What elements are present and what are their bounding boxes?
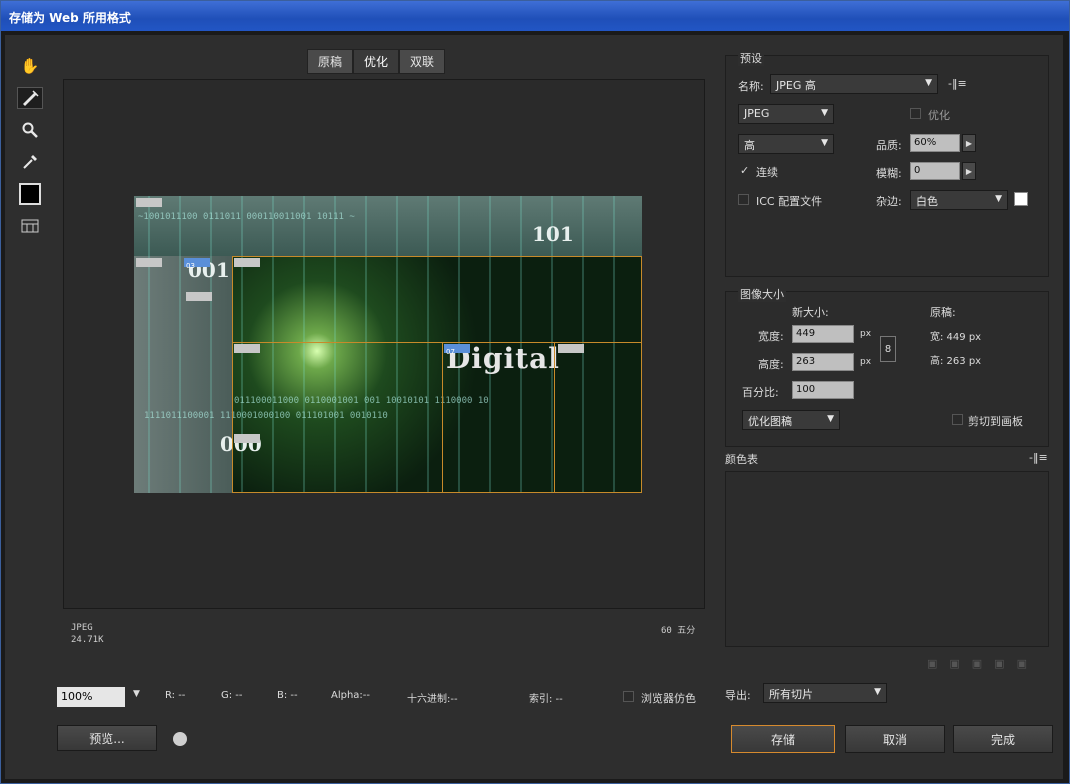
- export-dropdown[interactable]: 所有切片 ▼: [763, 683, 887, 703]
- save-button[interactable]: 存储: [731, 725, 835, 753]
- red-readout: R: --: [165, 690, 186, 701]
- tab-optimized[interactable]: 优化: [353, 49, 400, 74]
- hex-readout: 十六进制:--: [407, 694, 458, 705]
- format-dropdown[interactable]: JPEG ▼: [738, 104, 834, 124]
- preview-number-101: 101: [532, 222, 574, 246]
- zoom-icon[interactable]: [17, 119, 43, 141]
- preset-panel: 预设 名称: JPEG 高 ▼ -‖≡ JPEG ▼ 优化 高 ▼ 品质: 60% ▶…: [725, 50, 1049, 277]
- color-table-title: 颜色表: [725, 453, 758, 466]
- zoom-dropdown-icon[interactable]: ▼: [133, 689, 140, 699]
- matte-label: 杂边:: [876, 195, 902, 208]
- quality-field[interactable]: 60%: [910, 134, 960, 152]
- browser-icon[interactable]: [173, 732, 187, 746]
- file-size-status: 24.71K: [71, 635, 104, 645]
- eyedropper-icon[interactable]: [17, 151, 43, 173]
- icc-label: ICC 配置文件: [756, 195, 823, 208]
- done-button[interactable]: 完成: [953, 725, 1053, 753]
- export-label: 导出:: [725, 689, 751, 702]
- index-readout: 索引: --: [529, 694, 563, 705]
- blur-field[interactable]: 0: [910, 162, 960, 180]
- percent-label: 百分比:: [742, 386, 779, 399]
- icc-checkbox[interactable]: [738, 194, 749, 205]
- alpha-readout: Alpha:--: [331, 690, 371, 701]
- preset-name-dropdown[interactable]: JPEG 高 ▼: [770, 74, 938, 94]
- slice-badge[interactable]: [234, 434, 260, 443]
- dialog-body: ✋ 原稿 优化 双联 ~1001011100 0111011 000110011…: [5, 35, 1063, 779]
- tab-original[interactable]: 原稿: [307, 49, 354, 74]
- progressive-checkmark-icon[interactable]: ✓: [740, 164, 749, 177]
- matte-color-swatch[interactable]: [1014, 192, 1028, 206]
- clip-to-artboard-label: 剪切到画板: [968, 415, 1023, 428]
- optimized-checkbox[interactable]: [910, 108, 921, 119]
- resample-quality-dropdown[interactable]: 优化图稿 ▼: [742, 410, 840, 430]
- width-unit: px: [860, 329, 872, 339]
- slice-select-icon[interactable]: [17, 87, 43, 109]
- green-readout: G: --: [221, 690, 243, 701]
- image-preview[interactable]: ~1001011100 0111011 000110011001 10111 ~…: [134, 196, 642, 493]
- preset-name-label: 名称:: [738, 80, 764, 93]
- view-tabs: 原稿 优化 双联: [307, 49, 446, 74]
- info-bar: 100% ▼ R: -- G: -- B: -- Alpha:-- 十六进制:-…: [57, 687, 717, 709]
- width-label: 宽度:: [758, 330, 784, 343]
- tab-2-up[interactable]: 双联: [399, 49, 446, 74]
- slice-badge-selected[interactable]: 03: [184, 258, 210, 270]
- slice-divider: [554, 342, 555, 493]
- hand-icon[interactable]: ✋: [17, 55, 43, 77]
- format-status: JPEG: [71, 623, 93, 633]
- image-size-panel: 图像大小 新大小: 原稿: 宽度: 449 px 宽: 449 px 8 高度:…: [725, 286, 1049, 447]
- optimized-label: 优化: [928, 109, 950, 122]
- blur-label: 模糊:: [876, 167, 902, 180]
- blur-slider-arrow[interactable]: ▶: [962, 162, 976, 180]
- slice-divider: [232, 342, 642, 343]
- slice-badge-selected[interactable]: 07: [444, 344, 470, 356]
- preset-menu-icon[interactable]: -‖≡: [948, 77, 967, 90]
- tool-palette: ✋: [17, 55, 47, 247]
- slice-badge[interactable]: [234, 344, 260, 353]
- color-table-action-icons[interactable]: ▣▣▣▣▣: [927, 657, 1039, 670]
- quality-slider-arrow[interactable]: ▶: [962, 134, 976, 152]
- clip-to-artboard-checkbox[interactable]: [952, 414, 963, 425]
- slice-divider: [442, 342, 443, 493]
- zoom-level-field[interactable]: 100%: [57, 687, 125, 707]
- binary-text: ~1001011100 0111011 000110011001 10111 ~: [138, 212, 355, 222]
- browser-dither-checkbox[interactable]: [623, 691, 634, 702]
- width-field[interactable]: 449: [792, 325, 854, 343]
- height-field[interactable]: 263: [792, 353, 854, 371]
- browser-dither-label: 浏览器仿色: [641, 692, 696, 705]
- preset-section-title: 预设: [738, 50, 764, 66]
- download-time-status: 60 五分: [661, 626, 696, 636]
- height-unit: px: [860, 357, 872, 367]
- slice-outline[interactable]: [232, 256, 642, 493]
- new-size-label: 新大小:: [792, 306, 829, 319]
- constrain-proportions-link-icon[interactable]: 8: [880, 336, 896, 362]
- slice-visibility-icon[interactable]: [17, 215, 43, 237]
- percent-field[interactable]: 100: [792, 381, 854, 399]
- slice-badge[interactable]: [136, 198, 162, 207]
- quality-preset-dropdown[interactable]: 高 ▼: [738, 134, 834, 154]
- blue-readout: B: --: [277, 690, 298, 701]
- progressive-label: 连续: [756, 166, 778, 179]
- slice-badge[interactable]: [186, 292, 212, 301]
- slice-badge[interactable]: [558, 344, 584, 353]
- color-table[interactable]: [725, 471, 1049, 647]
- matte-dropdown[interactable]: 白色 ▼: [910, 190, 1008, 210]
- image-size-title: 图像大小: [738, 286, 786, 302]
- color-table-menu-icon[interactable]: -‖≡: [1029, 451, 1048, 464]
- window-title: 存储为 Web 所用格式: [1, 1, 1069, 31]
- slice-badge[interactable]: [234, 258, 260, 267]
- quality-label: 品质:: [876, 139, 902, 152]
- eyedropper-color-swatch[interactable]: [19, 183, 41, 205]
- original-height: 高: 263 px: [930, 356, 982, 367]
- original-width: 宽: 449 px: [930, 332, 982, 343]
- slice-badge[interactable]: [136, 258, 162, 267]
- image-viewport[interactable]: ~1001011100 0111011 000110011001 10111 ~…: [63, 79, 705, 609]
- preview-button[interactable]: 预览...: [57, 725, 157, 751]
- cancel-button[interactable]: 取消: [845, 725, 945, 753]
- height-label: 高度:: [758, 358, 784, 371]
- original-label: 原稿:: [930, 306, 956, 319]
- save-for-web-dialog: 存储为 Web 所用格式 ✋ 原稿 优化 双联 ~1001011100 0111…: [0, 0, 1070, 784]
